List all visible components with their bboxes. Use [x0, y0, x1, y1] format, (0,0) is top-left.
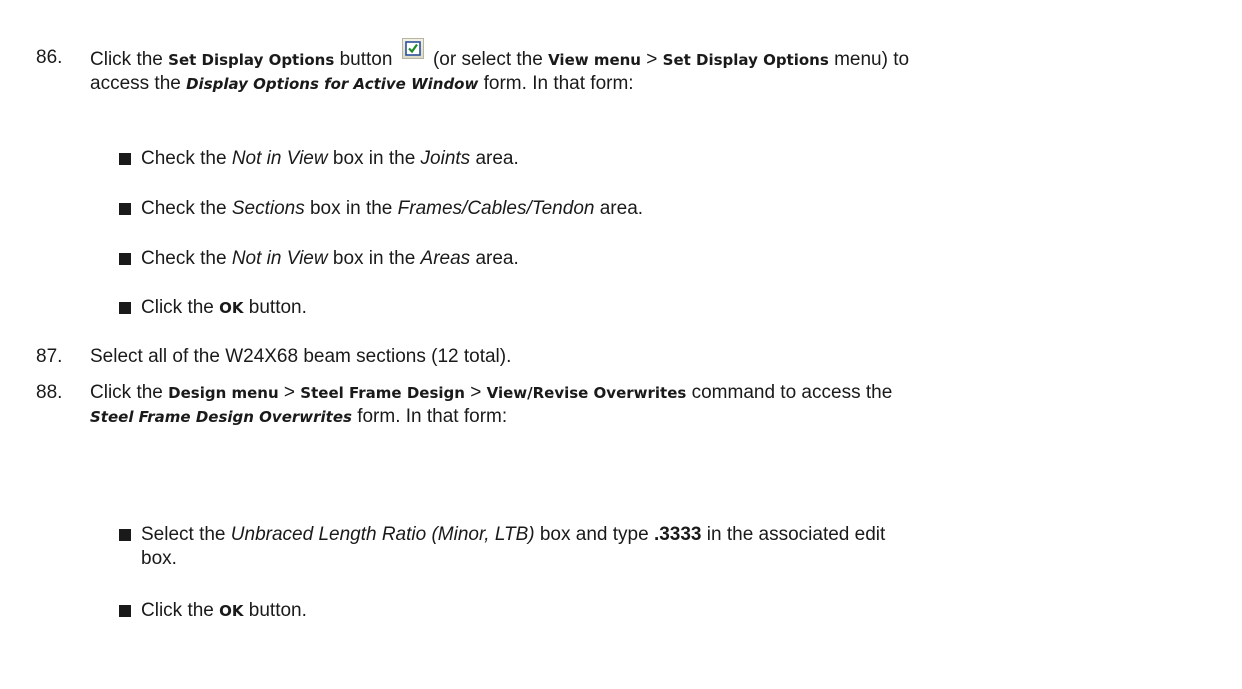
- ok-button-name: OK: [219, 299, 244, 317]
- step-number: 88.: [36, 382, 63, 403]
- menu-name: View menu: [548, 51, 641, 69]
- bullet-item: Select the Unbraced Length Ratio (Minor,…: [119, 523, 1199, 571]
- bullet-item: Check the Not in View box in the Joints …: [119, 147, 1199, 171]
- bullet-marker: [119, 203, 131, 215]
- bullet-marker: [119, 253, 131, 265]
- step-number: 87.: [36, 346, 63, 367]
- command-name: Set Display Options: [168, 51, 335, 69]
- bullet-marker: [119, 605, 131, 617]
- set-display-options-icon: [401, 38, 424, 59]
- bullet-item: Check the Not in View box in the Areas a…: [119, 247, 1199, 271]
- bullet-marker: [119, 153, 131, 165]
- command-name: View/Revise Overwrites: [486, 384, 687, 402]
- step-88: 88. Click the Design menu > Steel Frame …: [36, 381, 1226, 429]
- submenu-name: Steel Frame Design: [300, 384, 465, 402]
- value-text: .3333: [653, 524, 702, 545]
- step-text: Click the Design menu > Steel Frame Desi…: [90, 382, 893, 427]
- step-text: Click the Set Display Options button (or…: [90, 38, 1226, 96]
- step-86: 86. Click the Set Display Options button…: [36, 38, 1226, 96]
- form-name: Steel Frame Design Overwrites: [90, 408, 352, 426]
- bullet-item: Check the Sections box in the Frames/Cab…: [119, 197, 1199, 221]
- ok-button-name: OK: [219, 602, 244, 620]
- step-87: 87. Select all of the W24X68 beam sectio…: [36, 345, 1226, 369]
- step-number: 86.: [36, 47, 63, 68]
- step-text: Select all of the W24X68 beam sections (…: [90, 346, 512, 367]
- bullet-item: Click the OK button.: [119, 296, 1199, 320]
- bullet-marker: [119, 302, 131, 314]
- bullet-item: Click the OK button.: [119, 599, 1199, 623]
- menu-item-name: Set Display Options: [662, 51, 829, 69]
- form-name: Display Options for Active Window: [186, 75, 479, 93]
- menu-name: Design menu: [168, 384, 279, 402]
- bullet-marker: [119, 529, 131, 541]
